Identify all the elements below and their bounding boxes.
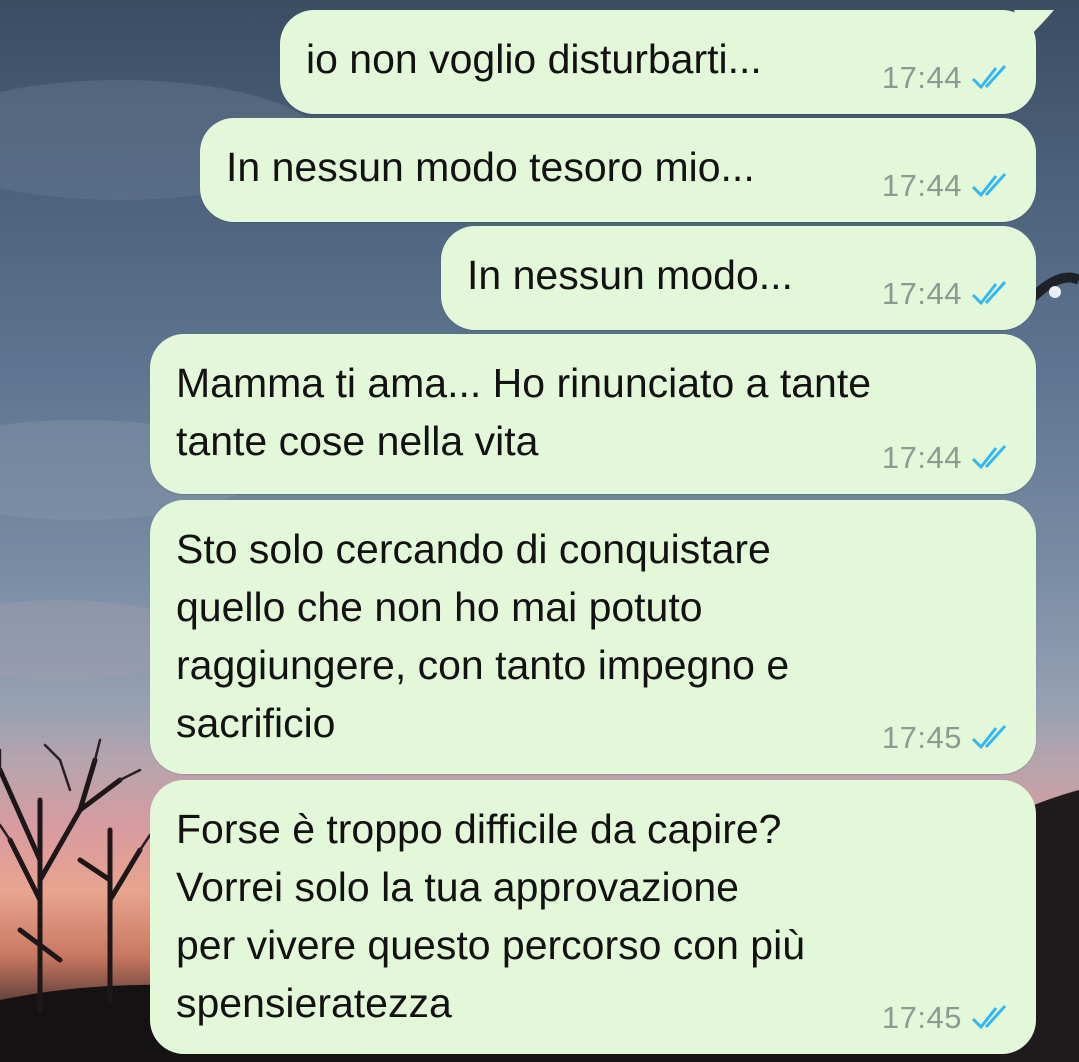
message-bubble[interactable]: Forse è troppo difficile da capire? Vorr…: [150, 780, 1036, 1054]
message-meta: 17:44: [882, 276, 1014, 312]
message-time: 17:45: [881, 720, 962, 755]
message-time: 17:44: [881, 440, 962, 475]
double-check-read-icon: [971, 1004, 1007, 1030]
bubble-tail: [1014, 10, 1054, 44]
message-text: Forse è troppo difficile da capire? Vorr…: [176, 806, 806, 1026]
message-list[interactable]: io non voglio disturbarti... 17:44 In ne…: [0, 0, 1079, 1062]
message-time: 17:44: [881, 60, 962, 95]
double-check-read-icon: [971, 444, 1007, 470]
message-bubble[interactable]: Sto solo cercando di conquistare quello …: [150, 500, 1036, 774]
message-text: Mamma ti ama... Ho rinunciato a tante ta…: [176, 360, 872, 464]
message-text: io non voglio disturbarti...: [306, 36, 762, 82]
message-bubble[interactable]: In nessun modo tesoro mio... 17:44: [200, 118, 1036, 222]
double-check-read-icon: [971, 280, 1007, 306]
double-check-read-icon: [971, 64, 1007, 90]
message-text: Sto solo cercando di conquistare quello …: [176, 526, 790, 746]
message-text: In nessun modo...: [467, 252, 793, 298]
message-text: In nessun modo tesoro mio...: [226, 144, 755, 190]
message-time: 17:45: [881, 1000, 962, 1035]
message-bubble[interactable]: In nessun modo... 17:44: [441, 226, 1036, 330]
message-meta: 17:44: [882, 440, 1014, 476]
message-time: 17:44: [881, 168, 962, 203]
message-meta: 17:45: [882, 1000, 1014, 1036]
message-meta: 17:44: [882, 168, 1014, 204]
message-time: 17:44: [881, 276, 962, 311]
message-meta: 17:45: [882, 720, 1014, 756]
message-bubble[interactable]: Mamma ti ama... Ho rinunciato a tante ta…: [150, 334, 1036, 494]
message-bubble[interactable]: io non voglio disturbarti... 17:44: [280, 10, 1054, 114]
double-check-read-icon: [971, 724, 1007, 750]
message-meta: 17:44: [882, 60, 1014, 96]
double-check-read-icon: [971, 172, 1007, 198]
